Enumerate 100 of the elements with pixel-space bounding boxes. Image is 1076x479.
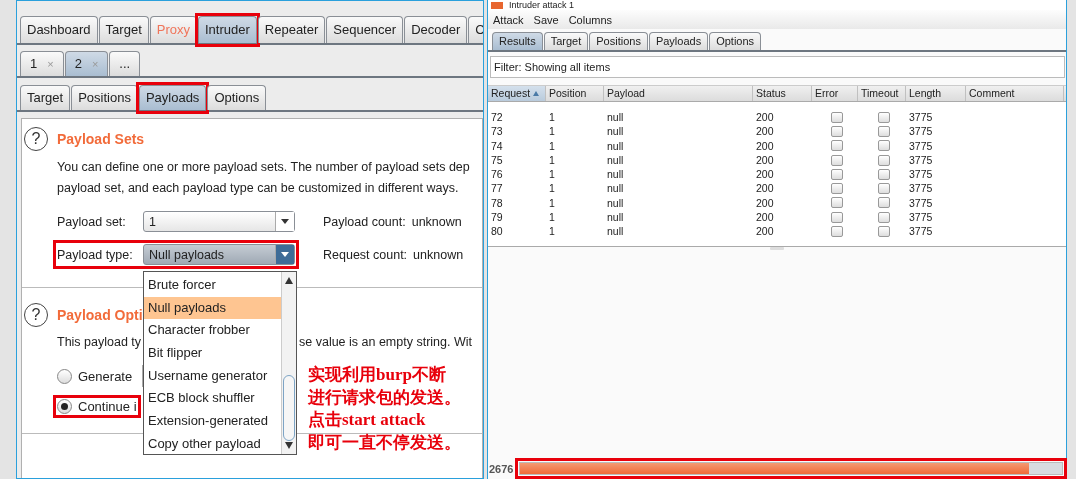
tab[interactable]: Options bbox=[709, 32, 762, 50]
tab[interactable]: Results bbox=[492, 32, 543, 50]
table-cell-text: 77 bbox=[490, 181, 504, 196]
column-header[interactable]: Timeout bbox=[858, 86, 906, 101]
table-cell-text: 200 bbox=[755, 152, 775, 168]
tab[interactable]: Target bbox=[543, 32, 589, 50]
checkbox[interactable] bbox=[830, 226, 843, 237]
checkbox[interactable] bbox=[877, 111, 890, 123]
dropdown-item[interactable]: Username generator bbox=[144, 364, 281, 388]
checkbox[interactable] bbox=[877, 140, 890, 152]
tab[interactable]: Positions bbox=[589, 32, 648, 50]
menu-item[interactable]: Attack bbox=[493, 13, 524, 26]
dropdown-item[interactable]: Brute forcer bbox=[144, 274, 281, 297]
table-cell-text: 3775 bbox=[908, 195, 934, 211]
radio-button[interactable] bbox=[57, 368, 72, 384]
tab[interactable]: ... bbox=[109, 51, 141, 76]
window-title: Intruder attack 1 bbox=[509, 0, 575, 10]
checkbox[interactable] bbox=[830, 197, 843, 209]
column-header[interactable]: Request bbox=[488, 86, 546, 101]
table-cell-text: 80 bbox=[490, 224, 504, 239]
column-header[interactable]: Error bbox=[812, 86, 858, 101]
dropdown-item[interactable]: Extension-generated bbox=[144, 410, 281, 433]
app-icon bbox=[491, 1, 503, 9]
checkbox[interactable] bbox=[830, 140, 843, 152]
tab[interactable]: Payloads bbox=[648, 32, 709, 50]
tab[interactable]: Options bbox=[207, 85, 267, 110]
table-cell-text: null bbox=[606, 124, 625, 139]
column-header[interactable]: Comment bbox=[966, 86, 1064, 101]
table-cell-text: 3775 bbox=[908, 124, 934, 139]
checkbox[interactable] bbox=[830, 168, 843, 180]
table-cell-text: null bbox=[606, 167, 625, 182]
tab[interactable]: 1 × bbox=[20, 51, 64, 76]
annotation-text: 进行请求包的发送。 bbox=[308, 386, 461, 409]
menu-item[interactable]: Save bbox=[533, 13, 559, 26]
scrollbar[interactable] bbox=[281, 272, 296, 454]
table-cell-text: 3775 bbox=[908, 210, 934, 225]
tab[interactable]: Dashboard bbox=[20, 16, 98, 43]
checkbox[interactable] bbox=[877, 154, 890, 166]
table-cell-text: 3775 bbox=[908, 181, 934, 196]
dropdown-item[interactable]: Bit flipper bbox=[144, 342, 281, 365]
table-cell-text: 79 bbox=[490, 210, 504, 225]
radio-label: Continue i bbox=[78, 398, 137, 414]
table-cell-text: 76 bbox=[490, 167, 504, 182]
dropdown-item[interactable]: Null payloads bbox=[144, 296, 281, 320]
menu-item[interactable]: Columns bbox=[568, 13, 613, 26]
checkbox[interactable] bbox=[877, 211, 890, 223]
checkbox[interactable] bbox=[877, 183, 890, 195]
tab[interactable]: Positions bbox=[71, 85, 138, 110]
table-cell-text: 78 bbox=[490, 195, 504, 211]
column-header[interactable]: Status bbox=[753, 86, 812, 101]
checkbox[interactable] bbox=[830, 111, 843, 123]
tab-label: 2 bbox=[74, 56, 82, 71]
table-cell-text: 74 bbox=[490, 138, 504, 153]
table-cell-text: null bbox=[606, 152, 625, 168]
scroll-down-icon[interactable] bbox=[285, 442, 293, 449]
radio-button[interactable] bbox=[57, 398, 72, 414]
scroll-up-icon[interactable] bbox=[285, 277, 293, 284]
checkbox[interactable] bbox=[877, 197, 890, 209]
table-cell-text: 1 bbox=[548, 152, 556, 168]
checkbox[interactable] bbox=[830, 154, 843, 166]
column-header[interactable]: Payload bbox=[604, 86, 753, 101]
checkbox[interactable] bbox=[830, 211, 843, 223]
annotation-text: 点击start attack bbox=[308, 409, 427, 431]
tab[interactable]: Target bbox=[20, 85, 71, 110]
table-cell-text: 200 bbox=[755, 124, 775, 139]
field-label: Payload set: bbox=[57, 214, 127, 229]
tab[interactable]: 2 × bbox=[64, 51, 109, 76]
table-cell-text: 3775 bbox=[908, 138, 934, 153]
info-label: Payload count: bbox=[323, 214, 406, 229]
dropdown-field[interactable]: Null payloads bbox=[143, 244, 295, 265]
tab-label: ... bbox=[119, 56, 131, 71]
dropdown-item[interactable]: Copy other payload bbox=[144, 432, 281, 456]
tab[interactable]: Decoder bbox=[404, 16, 468, 43]
tab[interactable]: Target bbox=[98, 16, 149, 43]
table-cell-text: 73 bbox=[490, 124, 504, 139]
radio-label: Generate bbox=[78, 368, 133, 384]
checkbox[interactable] bbox=[877, 226, 890, 237]
info-value: unknown bbox=[411, 214, 462, 229]
filter-bar[interactable]: Filter: Showing all items bbox=[490, 56, 1065, 78]
checkbox[interactable] bbox=[877, 168, 890, 180]
table-cell-text: 200 bbox=[755, 110, 775, 125]
dropdown-field[interactable]: 1 bbox=[143, 211, 295, 232]
table-cell-text: 200 bbox=[755, 138, 775, 153]
splitter-handle[interactable] bbox=[770, 247, 784, 250]
info-label: Request count: bbox=[323, 247, 408, 262]
tab[interactable]: Repeater bbox=[257, 16, 326, 43]
checkbox[interactable] bbox=[830, 183, 843, 195]
checkbox[interactable] bbox=[877, 125, 890, 137]
column-header[interactable]: Length bbox=[906, 86, 966, 101]
table-cell-text: 1 bbox=[548, 110, 556, 125]
table-cell-text: 1 bbox=[548, 181, 556, 196]
table-cell-text: 1 bbox=[548, 138, 556, 153]
scroll-thumb[interactable] bbox=[283, 375, 295, 441]
dropdown-item[interactable]: Character frobber bbox=[144, 319, 281, 343]
table-cell-text: 200 bbox=[755, 210, 775, 225]
tab-label: 1 bbox=[30, 56, 38, 71]
checkbox[interactable] bbox=[830, 125, 843, 137]
column-header[interactable]: Position bbox=[546, 86, 604, 101]
tab[interactable]: Sequencer bbox=[326, 16, 404, 43]
dropdown-item[interactable]: ECB block shuffler bbox=[144, 387, 281, 411]
